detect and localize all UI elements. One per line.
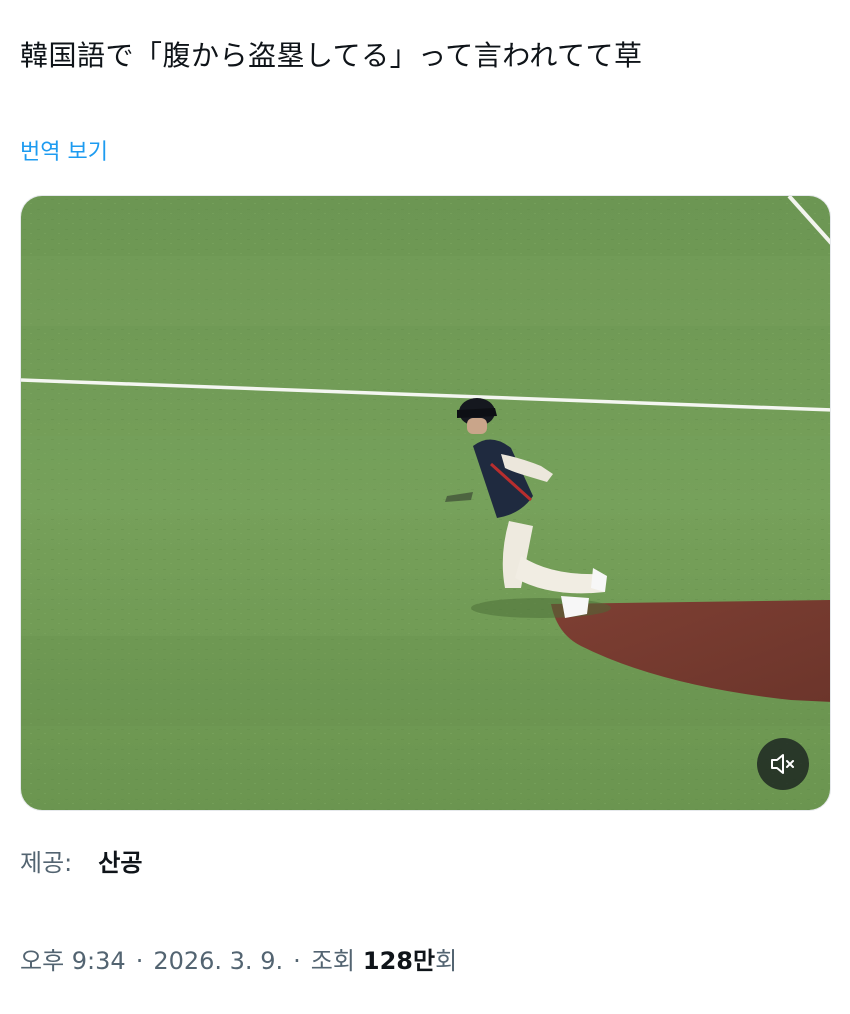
tweet-text: 韓国語で「腹から盗塁してる」って言われてて草 bbox=[20, 39, 643, 72]
media-provider: 제공: 산공 bbox=[20, 846, 142, 880]
provider-label: 제공: bbox=[20, 849, 73, 877]
separator-dot: · bbox=[135, 947, 144, 975]
views-suffix: 회 bbox=[435, 947, 458, 975]
mute-toggle-button-overlay[interactable] bbox=[757, 738, 809, 790]
translate-link[interactable]: 번역 보기 bbox=[20, 137, 108, 169]
tweet-meta: 오후 9:34 · 2026. 3. 9. · 조회 128만 회 bbox=[20, 944, 457, 978]
separator-dot: · bbox=[293, 947, 301, 975]
provider-name-link[interactable]: 산공 bbox=[98, 846, 142, 880]
video-frame bbox=[21, 196, 830, 810]
tweet-time[interactable]: 오후 9:34 bbox=[20, 944, 126, 978]
video-player[interactable] bbox=[20, 195, 831, 811]
views-count: 128만 bbox=[362, 947, 436, 975]
speaker-muted-icon bbox=[771, 754, 794, 774]
views-prefix: 조회 bbox=[310, 947, 355, 975]
tweet-date[interactable]: 2026. 3. 9. bbox=[153, 944, 283, 978]
